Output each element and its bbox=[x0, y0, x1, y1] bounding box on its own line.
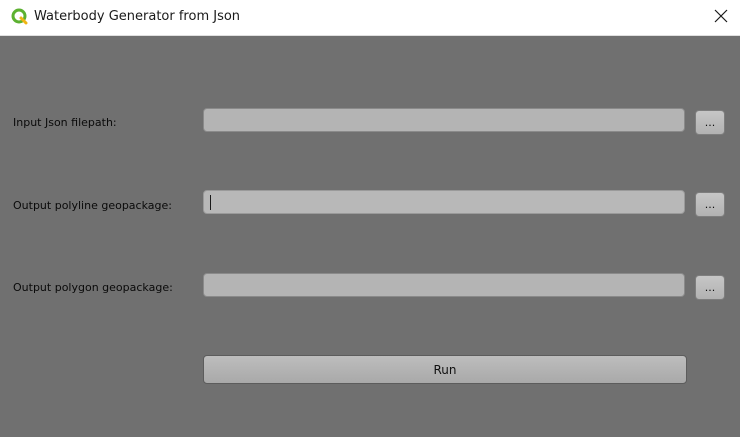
output-polygon-browse-button[interactable]: ... bbox=[695, 275, 725, 300]
qgis-logo-icon bbox=[11, 8, 28, 25]
title-bar: Waterbody Generator from Json bbox=[0, 0, 740, 36]
output-polyline-field[interactable] bbox=[203, 190, 685, 214]
dialog-window: Waterbody Generator from Json Input Json… bbox=[0, 0, 740, 437]
text-caret bbox=[210, 195, 211, 210]
output-polygon-label: Output polygon geopackage: bbox=[13, 281, 173, 294]
input-json-label: Input Json filepath: bbox=[13, 116, 117, 129]
dialog-content: Input Json filepath: ... Output polyline… bbox=[0, 36, 740, 437]
output-polyline-label: Output polyline geopackage: bbox=[13, 199, 172, 212]
input-json-browse-button[interactable]: ... bbox=[695, 110, 725, 135]
output-polygon-field[interactable] bbox=[203, 273, 685, 297]
input-json-field[interactable] bbox=[203, 108, 685, 132]
window-title: Waterbody Generator from Json bbox=[34, 9, 241, 24]
run-button[interactable]: Run bbox=[203, 355, 687, 384]
output-polyline-browse-button[interactable]: ... bbox=[695, 192, 725, 217]
close-button[interactable] bbox=[702, 0, 740, 35]
close-icon bbox=[714, 8, 728, 27]
